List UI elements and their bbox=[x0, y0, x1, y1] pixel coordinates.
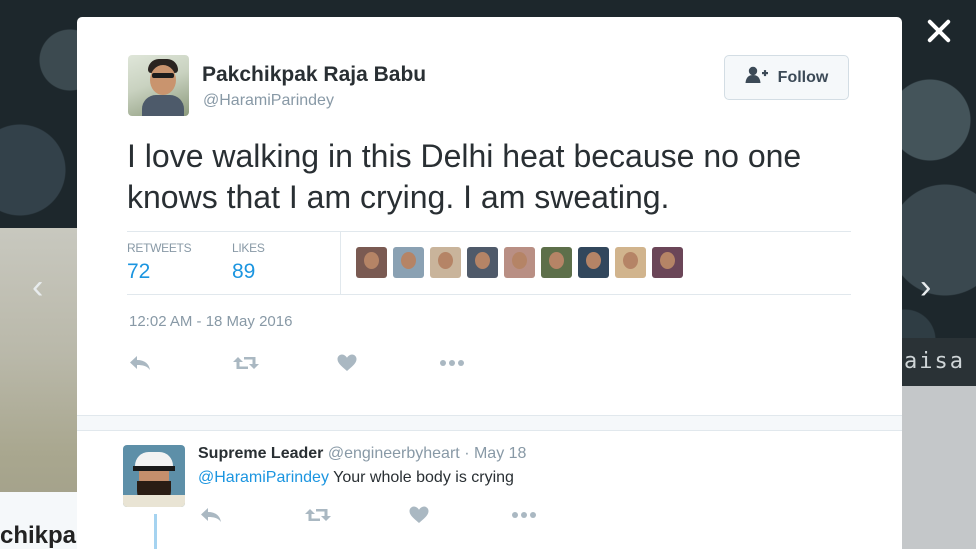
background-photo-right bbox=[902, 386, 976, 549]
liker-avatar[interactable] bbox=[615, 247, 646, 278]
previous-arrow-icon[interactable]: ‹ bbox=[32, 270, 43, 304]
like-icon[interactable] bbox=[332, 349, 362, 377]
likes-count: 89 bbox=[232, 260, 256, 283]
liker-avatar-face bbox=[660, 252, 675, 269]
liker-avatar[interactable] bbox=[578, 247, 609, 278]
liker-avatar-face bbox=[549, 252, 564, 269]
likes-stat[interactable]: LIKES 89 bbox=[232, 241, 265, 284]
liker-avatar-face bbox=[475, 252, 490, 269]
reply-date[interactable]: May 18 bbox=[474, 445, 526, 462]
liker-avatar[interactable] bbox=[393, 247, 424, 278]
retweets-label: RETWEETS bbox=[127, 241, 192, 255]
reply-author-name[interactable]: Supreme Leader bbox=[198, 445, 323, 462]
liker-avatar-face bbox=[364, 252, 379, 269]
retweets-stat[interactable]: RETWEETS 72 bbox=[127, 241, 192, 284]
more-icon[interactable] bbox=[437, 349, 467, 377]
reply-author-handle[interactable]: @engineerbyheart bbox=[328, 445, 460, 462]
liker-avatar-face bbox=[438, 252, 453, 269]
reply-separator: · bbox=[464, 445, 470, 462]
background-text-left: chikpa bbox=[0, 522, 77, 549]
liker-avatar-face bbox=[623, 252, 638, 269]
tweet-modal: Pakchikpak Raja Babu @HaramiParindey Fol… bbox=[77, 17, 902, 549]
add-user-icon bbox=[745, 66, 769, 89]
replies-divider bbox=[77, 415, 902, 431]
retweet-icon[interactable] bbox=[303, 501, 333, 529]
liker-avatar-face bbox=[401, 252, 416, 269]
stats-divider bbox=[340, 232, 341, 294]
reply-header: Supreme Leader @engineerbyheart · May 18 bbox=[198, 445, 526, 463]
liker-avatar[interactable] bbox=[467, 247, 498, 278]
reply-icon[interactable] bbox=[196, 501, 226, 529]
author-avatar[interactable] bbox=[128, 55, 189, 116]
reply-icon[interactable] bbox=[125, 349, 155, 377]
likes-label: LIKES bbox=[232, 241, 265, 255]
liker-avatar[interactable] bbox=[541, 247, 572, 278]
likers-avatars bbox=[356, 247, 683, 278]
liker-avatar[interactable] bbox=[356, 247, 387, 278]
follow-label: Follow bbox=[777, 68, 829, 86]
next-arrow-icon[interactable]: › bbox=[920, 270, 931, 304]
reply-mention-link[interactable]: @HaramiParindey bbox=[198, 469, 329, 486]
tweet-text: I love walking in this Delhi heat becaus… bbox=[127, 138, 802, 215]
liker-avatar[interactable] bbox=[652, 247, 683, 278]
liker-avatar[interactable] bbox=[504, 247, 535, 278]
retweet-icon[interactable] bbox=[231, 349, 261, 377]
tweet-stats: RETWEETS 72 LIKES 89 bbox=[127, 231, 851, 295]
background-sign-right: aisa bbox=[902, 338, 976, 386]
liker-avatar-face bbox=[512, 252, 527, 269]
author-name[interactable]: Pakchikpak Raja Babu bbox=[202, 63, 426, 87]
liker-avatar[interactable] bbox=[430, 247, 461, 278]
close-icon[interactable] bbox=[922, 14, 956, 48]
reply-text: @HaramiParindey Your whole body is cryin… bbox=[198, 469, 514, 487]
tweet-timestamp[interactable]: 12:02 AM - 18 May 2016 bbox=[129, 313, 292, 330]
liker-avatar-face bbox=[586, 252, 601, 269]
more-icon[interactable] bbox=[509, 501, 539, 529]
reply-author-avatar[interactable] bbox=[123, 445, 185, 507]
follow-button[interactable]: Follow bbox=[724, 55, 849, 100]
like-icon[interactable] bbox=[404, 501, 434, 529]
author-handle[interactable]: @HaramiParindey bbox=[203, 92, 334, 110]
thread-line bbox=[154, 514, 157, 549]
reply-body: Your whole body is crying bbox=[328, 469, 514, 486]
retweets-count: 72 bbox=[127, 260, 151, 283]
